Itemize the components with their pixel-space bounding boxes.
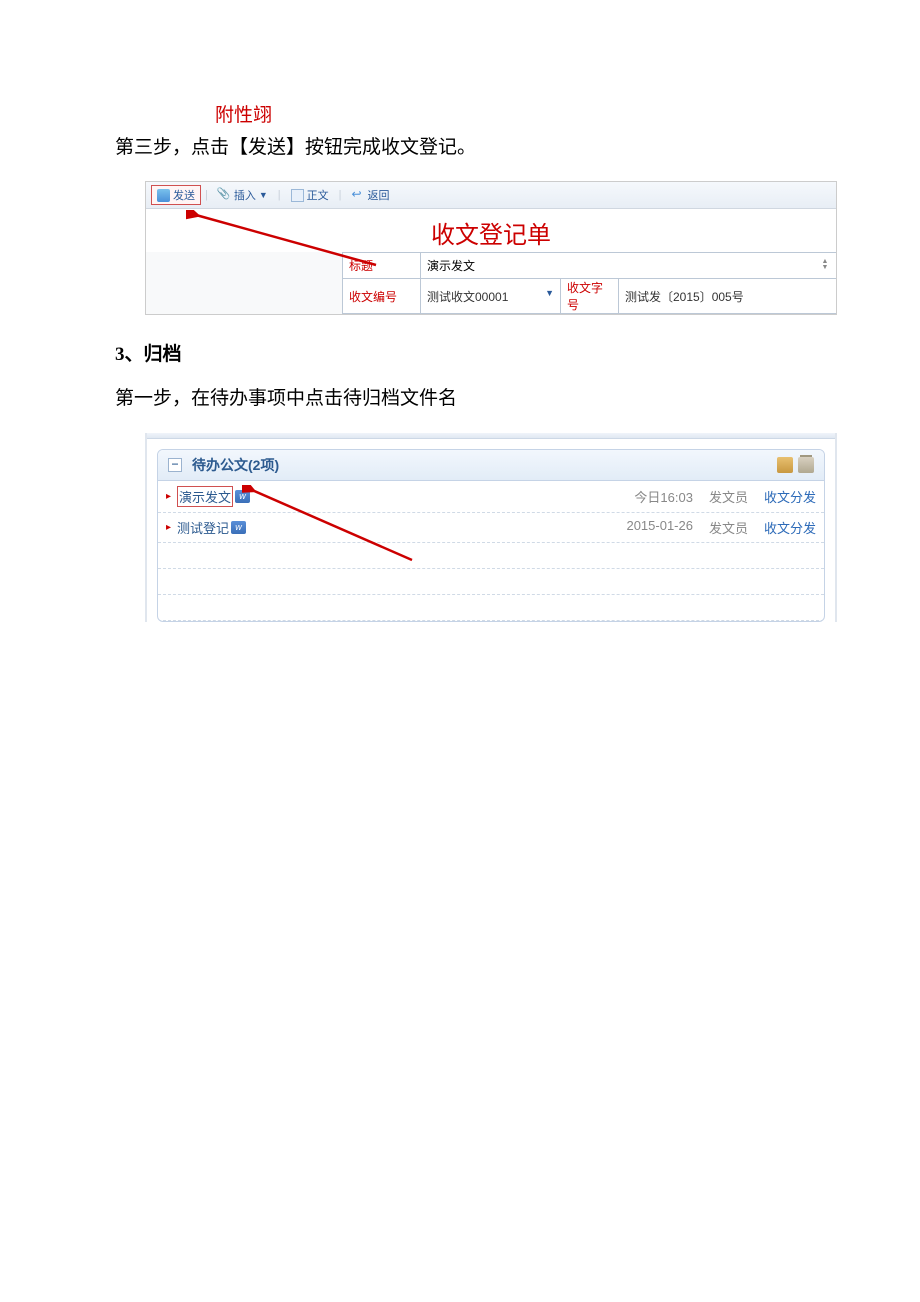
todo-panel: − 待办公文(2项) ▸ 演示发文 w 今日16:03 发文员 收文分发 ▸ 测…: [157, 449, 825, 622]
back-button[interactable]: 返回: [346, 185, 396, 205]
word-icon[interactable]: w: [231, 521, 246, 534]
doc-num-value: 测试收文00001: [427, 290, 508, 304]
panel-top-bar: [147, 433, 835, 439]
back-icon: [352, 189, 365, 202]
form-row-title: 标题 ▲ ▼: [343, 253, 838, 279]
value-title-cell: ▲ ▼: [421, 253, 838, 279]
list-item: ▸ 测试登记 w 2015-01-26 发文员 收文分发: [158, 513, 824, 543]
screenshot-form: 发送 | 插入 ▼ | 正文 | 返回 收文登记单 标题: [145, 181, 837, 315]
label-title: 标题: [343, 253, 421, 279]
insert-label: 插入: [234, 187, 256, 203]
list-item: ▸ 演示发文 w 今日16:03 发文员 收文分发: [158, 481, 824, 513]
value-doc-code: 测试发〔2015〕005号: [619, 279, 838, 314]
body-label: 正文: [307, 187, 329, 203]
annotation-label: 附性翊: [215, 100, 805, 127]
empty-row: [158, 543, 824, 569]
trash-icon[interactable]: [798, 457, 814, 473]
bullet-icon: ▸: [166, 522, 171, 533]
panel-title-count: (2项): [248, 455, 279, 475]
label-doc-num: 收文编号: [343, 279, 421, 314]
send-label: 发送: [173, 187, 195, 203]
empty-row: [158, 569, 824, 595]
body-button[interactable]: 正文: [285, 185, 335, 205]
label-doc-code: 收文字号: [561, 279, 619, 314]
chevron-down-icon: ▼: [259, 190, 268, 200]
step3-text: 第三步，点击【发送】按钮完成收文登记。: [115, 133, 805, 163]
form-row-number: 收文编号 测试收文00001 ▼ 收文字号 测试发〔2015〕005号: [343, 279, 838, 314]
empty-row: [158, 595, 824, 621]
title-input[interactable]: [427, 259, 817, 273]
spinner-down-icon[interactable]: ▼: [819, 265, 831, 271]
separator: |: [339, 189, 342, 201]
separator: |: [205, 189, 208, 201]
heading-sep: 、: [125, 344, 144, 365]
edit-icon[interactable]: [777, 457, 793, 473]
item-date: 2015-01-26: [626, 518, 693, 537]
doc-icon: [291, 189, 304, 202]
clip-icon: [218, 189, 231, 202]
value-doc-num-cell: 测试收文00001 ▼: [421, 279, 561, 314]
panel-title-prefix: 待办公文: [192, 455, 248, 475]
back-label: 返回: [368, 187, 390, 203]
item-title-link[interactable]: 测试登记: [177, 518, 229, 537]
item-author: 发文员: [709, 518, 748, 537]
chevron-down-icon[interactable]: ▼: [545, 288, 554, 298]
title-spinner[interactable]: ▲ ▼: [819, 259, 831, 271]
section-heading: 3、归档: [115, 339, 805, 366]
screenshot-todo-panel: − 待办公文(2项) ▸ 演示发文 w 今日16:03 发文员 收文分发 ▸ 测…: [145, 433, 837, 622]
item-action-link[interactable]: 收文分发: [764, 487, 816, 506]
item-author: 发文员: [709, 487, 748, 506]
section3-step1: 第一步，在待办事项中点击待归档文件名: [115, 384, 805, 414]
form-title: 收文登记单: [146, 209, 836, 252]
item-date: 今日16:03: [634, 487, 693, 506]
send-button[interactable]: 发送: [151, 185, 201, 205]
item-action-link[interactable]: 收文分发: [764, 518, 816, 537]
word-icon[interactable]: w: [235, 490, 250, 503]
send-icon: [157, 189, 170, 202]
insert-button[interactable]: 插入 ▼: [212, 185, 274, 205]
form-table: 标题 ▲ ▼ 收文编号 测试收文00001 ▼ 收文字号: [342, 252, 837, 314]
separator: |: [278, 189, 281, 201]
item-title-link[interactable]: 演示发文: [177, 486, 233, 507]
heading-text: 归档: [144, 344, 182, 365]
bullet-icon: ▸: [166, 491, 171, 502]
panel-header: − 待办公文(2项): [158, 450, 824, 481]
collapse-button[interactable]: −: [168, 458, 182, 472]
heading-number: 3: [115, 344, 125, 365]
form-toolbar: 发送 | 插入 ▼ | 正文 | 返回: [146, 182, 836, 209]
